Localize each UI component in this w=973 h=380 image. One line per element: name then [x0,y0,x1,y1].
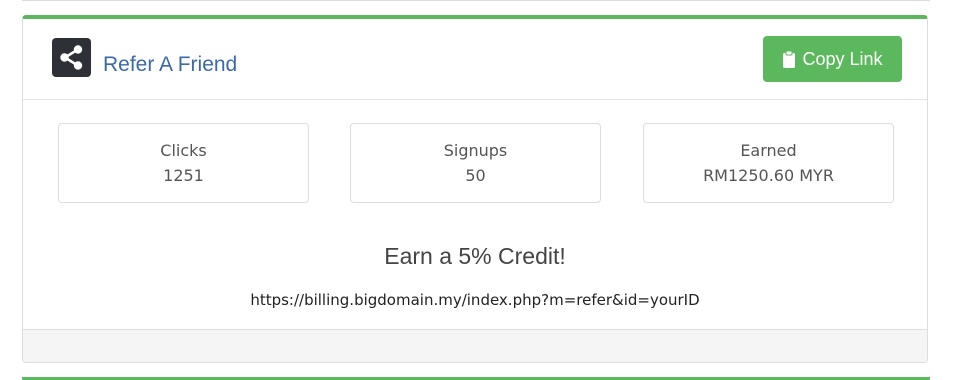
earn-credit-heading: Earn a 5% Credit! [384,243,566,269]
clipboard-icon [782,50,796,69]
stat-signups: Signups 50 [350,123,601,203]
top-divider [22,0,930,1]
stat-value: 1251 [163,166,204,185]
stat-label: Clicks [160,141,207,160]
stat-earned: Earned RM1250.60 MYR [643,123,894,203]
panel-header: Refer A Friend Copy Link [23,19,927,100]
refer-a-friend-panel: Refer A Friend Copy Link Clicks 1251 Sig… [22,15,928,363]
panel-title: Refer A Friend [103,53,238,76]
share-icon [52,38,91,77]
copy-link-label: Copy Link [802,48,883,69]
stat-clicks: Clicks 1251 [58,123,309,203]
referral-url[interactable]: https://billing.bigdomain.my/index.php?m… [23,291,927,309]
copy-link-button[interactable]: Copy Link [763,36,902,82]
stat-value: RM1250.60 MYR [703,166,834,185]
stat-label: Signups [443,141,508,160]
panel-footer [23,329,927,362]
stat-label: Earned [740,141,797,160]
stat-value: 50 [465,166,486,185]
